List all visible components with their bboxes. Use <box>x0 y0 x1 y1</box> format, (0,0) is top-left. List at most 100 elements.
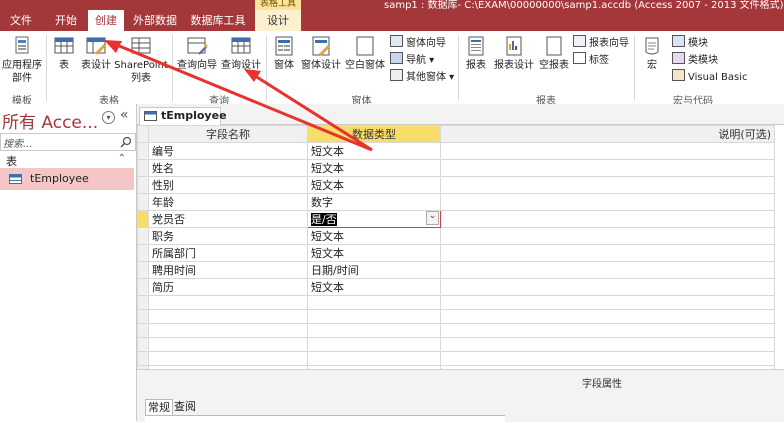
row-selector[interactable] <box>137 244 149 262</box>
tab-lookup[interactable]: 查阅 <box>172 399 198 414</box>
data-type-cell[interactable]: 短文本 <box>307 244 441 262</box>
table-row[interactable]: 编号 短文本 <box>137 142 775 160</box>
row-selector[interactable] <box>137 323 149 338</box>
data-type-cell[interactable]: 短文本 <box>307 278 441 296</box>
tab-external-data[interactable]: 外部数据 <box>128 10 182 31</box>
collapse-pane-icon[interactable]: « <box>120 107 129 123</box>
field-name-cell[interactable]: 简历 <box>148 278 308 296</box>
navigation-button[interactable]: 导航 ▾ <box>390 52 434 66</box>
field-name-cell[interactable] <box>148 351 308 366</box>
form-design-button[interactable]: 窗体设计 <box>300 35 342 72</box>
app-parts-button[interactable]: 应用程序部件 <box>0 35 44 85</box>
nav-item-temployee[interactable]: tEmployee <box>0 168 134 190</box>
module-button[interactable]: 模块 <box>672 35 708 49</box>
row-selector[interactable] <box>137 337 149 352</box>
form-wizard-button[interactable]: 窗体向导 <box>390 35 446 49</box>
row-selector[interactable] <box>137 142 149 160</box>
table-row[interactable]: 党员否 是/否 ⌄ <box>137 210 775 228</box>
form-button[interactable]: 窗体 <box>269 35 299 72</box>
macro-button[interactable]: 宏 <box>638 35 666 72</box>
description-cell[interactable] <box>440 244 775 262</box>
row-selector[interactable] <box>137 309 149 324</box>
empty-row[interactable] <box>137 295 775 310</box>
tab-general[interactable]: 常规 <box>145 399 173 415</box>
field-name-cell[interactable]: 编号 <box>148 142 308 160</box>
data-type-cell[interactable] <box>307 295 441 310</box>
data-type-cell[interactable]: 短文本 <box>307 142 441 160</box>
table-row[interactable]: 姓名 短文本 <box>137 159 775 177</box>
field-name-cell[interactable] <box>148 295 308 310</box>
collapse-section-icon[interactable]: ⌃ <box>118 153 126 164</box>
row-selector[interactable] <box>137 159 149 177</box>
empty-row[interactable] <box>137 323 775 338</box>
description-cell[interactable] <box>440 159 775 177</box>
more-forms-button[interactable]: 其他窗体 ▾ <box>390 69 454 83</box>
description-cell[interactable] <box>440 210 775 228</box>
data-type-cell[interactable]: 是/否 ⌄ <box>307 210 441 228</box>
tab-temployee[interactable]: tEmployee <box>139 107 227 125</box>
data-type-cell[interactable]: 短文本 <box>307 176 441 194</box>
description-cell[interactable] <box>440 227 775 245</box>
blank-report-button[interactable]: 空报表 <box>537 35 571 72</box>
tab-file[interactable]: 文件 <box>0 10 42 31</box>
empty-row[interactable] <box>137 337 775 352</box>
data-type-cell[interactable]: 短文本 <box>307 227 441 245</box>
row-selector[interactable] <box>137 261 149 279</box>
row-selector[interactable] <box>137 210 149 228</box>
field-name-cell[interactable]: 所属部门 <box>148 244 308 262</box>
field-name-cell[interactable]: 党员否 <box>148 210 308 228</box>
nav-search-input[interactable]: 搜索... <box>0 133 136 151</box>
report-button[interactable]: 报表 <box>461 35 491 72</box>
search-icon[interactable] <box>120 136 132 148</box>
description-cell[interactable] <box>440 295 775 310</box>
nav-pane-title[interactable]: 所有 Acce... <box>2 108 98 133</box>
table-row[interactable]: 性别 短文本 <box>137 176 775 194</box>
data-type-cell[interactable] <box>307 323 441 338</box>
data-type-cell[interactable] <box>307 309 441 324</box>
description-cell[interactable] <box>440 142 775 160</box>
field-name-cell[interactable] <box>148 323 308 338</box>
report-design-button[interactable]: 报表设计 <box>492 35 536 72</box>
tab-design[interactable]: 设计 <box>255 10 301 31</box>
row-selector[interactable] <box>137 295 149 310</box>
labels-button[interactable]: 标签 <box>573 52 609 66</box>
data-type-cell[interactable]: 日期/时间 <box>307 261 441 279</box>
data-type-cell[interactable]: 短文本 <box>307 159 441 177</box>
field-name-cell[interactable]: 职务 <box>148 227 308 245</box>
row-selector[interactable] <box>137 278 149 296</box>
table-button[interactable]: 表 <box>49 35 79 72</box>
nav-section-tables[interactable]: 表 ⌃ <box>0 152 134 168</box>
field-name-cell[interactable]: 聘用时间 <box>148 261 308 279</box>
description-cell[interactable] <box>440 309 775 324</box>
row-selector[interactable] <box>137 193 149 211</box>
description-cell[interactable] <box>440 193 775 211</box>
table-row[interactable]: 简历 短文本 <box>137 278 775 296</box>
field-name-cell[interactable] <box>148 337 308 352</box>
row-selector[interactable] <box>137 351 149 366</box>
description-cell[interactable] <box>440 351 775 366</box>
query-wizard-button[interactable]: 查询向导 <box>175 35 219 72</box>
sharepoint-lists-button[interactable]: SharePoint列表 <box>113 35 169 85</box>
data-type-cell[interactable]: 数字 <box>307 193 441 211</box>
data-type-cell[interactable] <box>307 337 441 352</box>
blank-form-button[interactable]: 空白窗体 <box>343 35 387 72</box>
tab-database-tools[interactable]: 数据库工具 <box>186 10 250 31</box>
field-name-cell[interactable]: 姓名 <box>148 159 308 177</box>
table-row[interactable]: 职务 短文本 <box>137 227 775 245</box>
table-design-button[interactable]: 表设计 <box>79 35 113 72</box>
field-name-cell[interactable]: 年龄 <box>148 193 308 211</box>
row-selector[interactable] <box>137 227 149 245</box>
nav-menu-icon[interactable]: ▾ <box>102 111 115 124</box>
field-name-cell[interactable]: 性别 <box>148 176 308 194</box>
tab-create[interactable]: 创建 <box>88 10 124 31</box>
table-row[interactable]: 所属部门 短文本 <box>137 244 775 262</box>
row-selector[interactable] <box>137 176 149 194</box>
data-type-cell[interactable] <box>307 351 441 366</box>
description-cell[interactable] <box>440 278 775 296</box>
dropdown-arrow-icon[interactable]: ⌄ <box>426 211 439 225</box>
description-cell[interactable] <box>440 261 775 279</box>
class-module-button[interactable]: 类模块 <box>672 52 718 66</box>
table-row[interactable]: 聘用时间 日期/时间 <box>137 261 775 279</box>
field-name-cell[interactable] <box>148 309 308 324</box>
empty-row[interactable] <box>137 351 775 366</box>
